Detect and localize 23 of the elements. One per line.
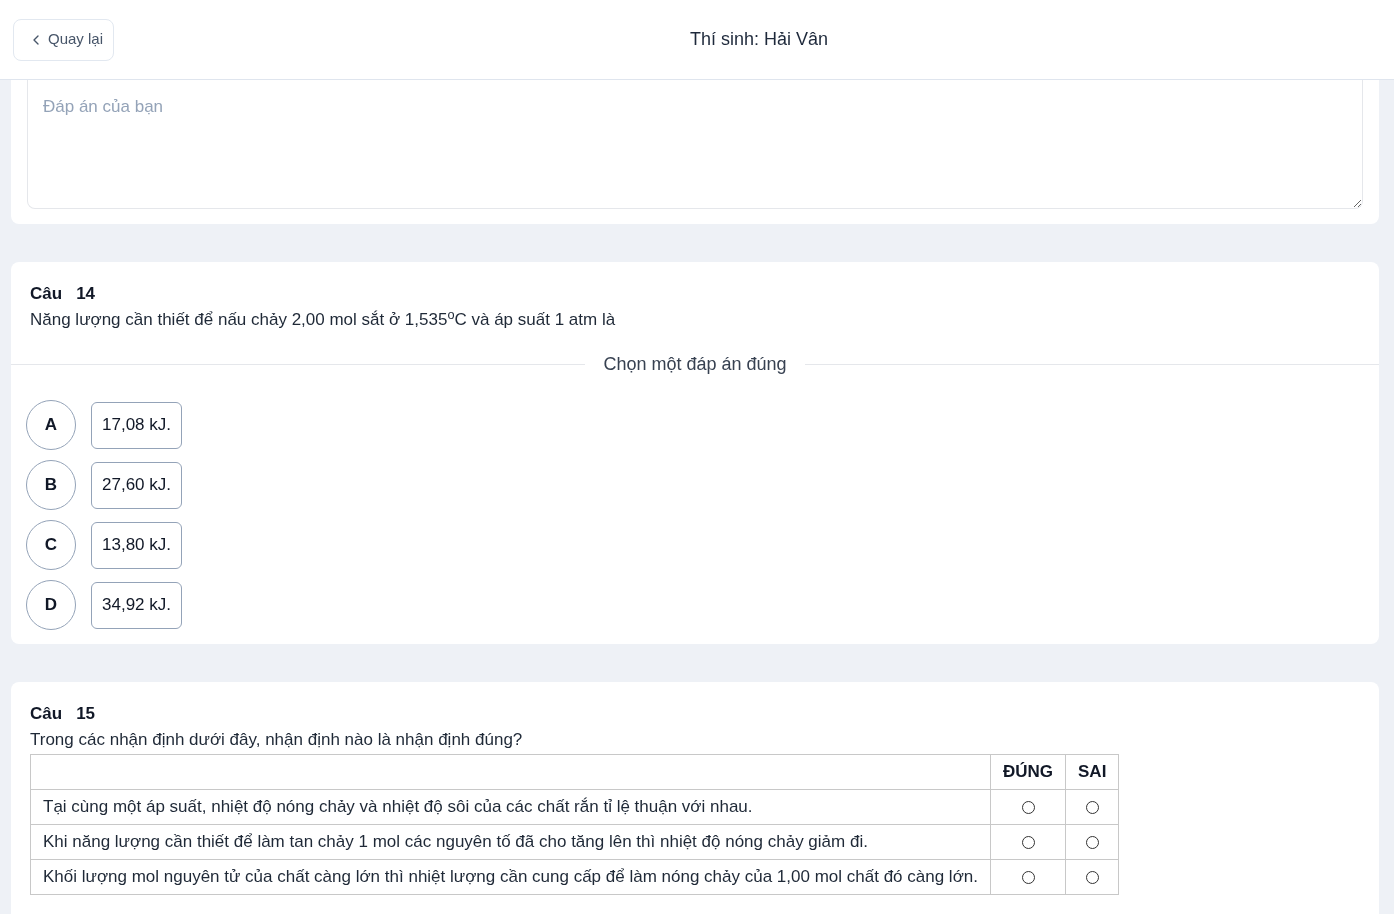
- option-letter-button[interactable]: B: [26, 460, 76, 510]
- page-title: Thí sinh: Hải Vân: [688, 28, 830, 51]
- option-letter-button[interactable]: D: [26, 580, 76, 630]
- question-text: Trong các nhận định dưới đây, nhận định nào là nhận định đúng?: [30, 729, 524, 751]
- answer-option[interactable]: 34,92 kJ.: [91, 581, 182, 629]
- instruction-text: Chọn một đáp án đúng: [602, 353, 788, 376]
- statement-cell: Khối lượng mol nguyên tử của chất càng lớn thì nhiệt lượng cần cung cấp để làm nóng chảy của 1,00 mol chất đó càng lớn.: [30, 859, 991, 895]
- answer-option[interactable]: 17,08 kJ.: [91, 401, 182, 449]
- statement-cell: Khi năng lượng cần thiết để làm tan chảy 1 mol các nguyên tố đã cho tăng lên thì nhiệt độ nóng chảy giảm đi.: [30, 824, 991, 860]
- option-letter-button[interactable]: A: [26, 400, 76, 450]
- question-number: 14: [76, 283, 96, 305]
- column-header: SAI: [1065, 754, 1119, 790]
- answer-option[interactable]: 27,60 kJ.: [91, 461, 182, 509]
- statement-cell: Tại cùng một áp suất, nhiệt độ nóng chảy và nhiệt độ sôi của các chất rắn tỉ lệ thuận với nhau.: [30, 789, 991, 825]
- question-number: 15: [76, 703, 96, 725]
- answer-option[interactable]: 13,80 kJ.: [91, 521, 182, 569]
- option-letter-button[interactable]: C: [26, 520, 76, 570]
- back-button[interactable]: Quay lại: [13, 18, 115, 61]
- question-label: Câu: [30, 283, 63, 305]
- column-header: ĐÚNG: [990, 754, 1066, 790]
- question-text: Năng lượng cần thiết để nấu chảy 2,00 mol sắt ở 1,535$^{o}$C và áp suất 1 atm là: [30, 307, 617, 331]
- question-label: Câu: [30, 703, 63, 725]
- answer-field[interactable]: Đáp án của bạn: [27, 80, 1363, 209]
